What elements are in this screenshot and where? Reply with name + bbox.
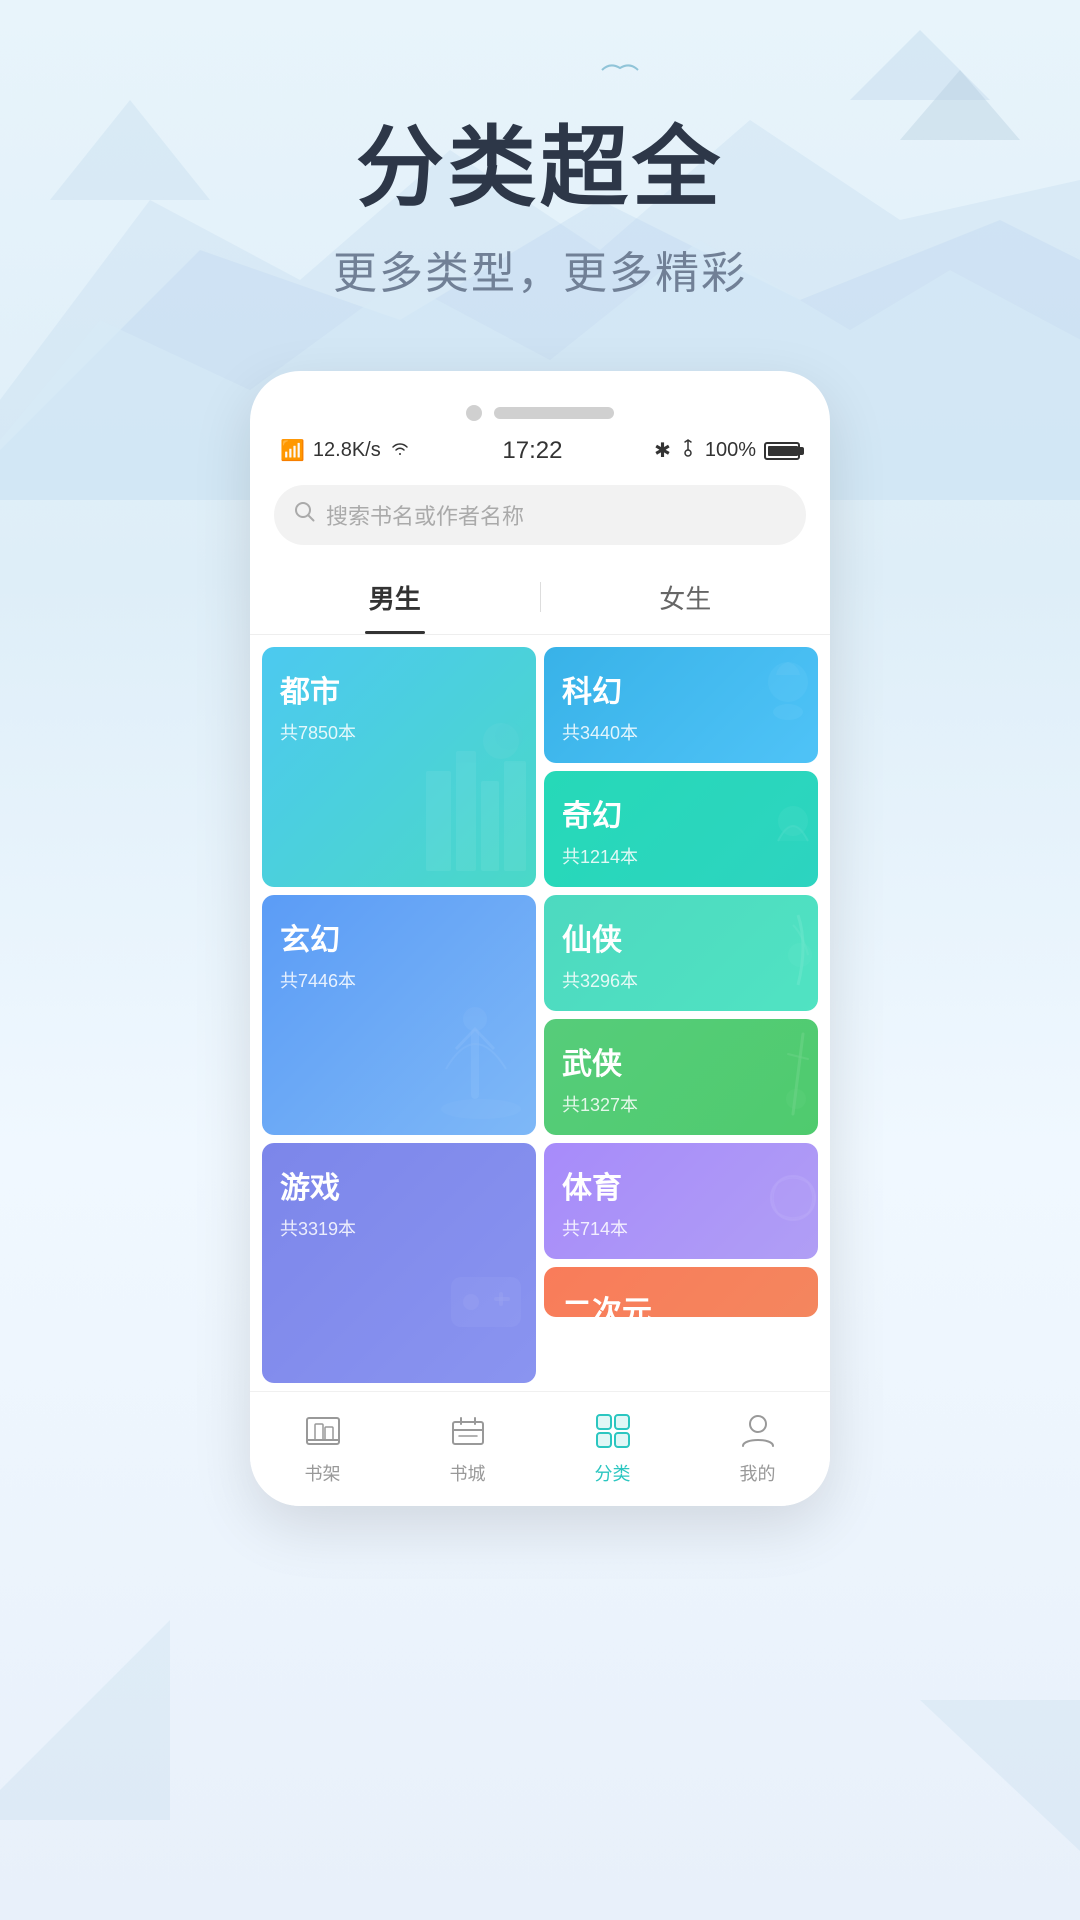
- status-bar: 📶 12.8K/s 17:22 ✱: [250, 421, 830, 475]
- categories-grid: 都市 共7850本: [250, 635, 830, 1383]
- mine-icon: [735, 1408, 781, 1454]
- category-card-dushi[interactable]: 都市 共7850本: [262, 647, 536, 887]
- nav-item-store[interactable]: 书城: [445, 1408, 491, 1486]
- category-card-kehuan[interactable]: 科幻 共3440本: [544, 647, 818, 763]
- status-time: 17:22: [502, 437, 562, 465]
- category-name-tiyu: 体育: [562, 1163, 800, 1207]
- tab-male[interactable]: 男生: [250, 561, 540, 634]
- phone-notch: [250, 391, 830, 421]
- category-card-xianxia[interactable]: 仙侠 共3296本: [544, 895, 818, 1011]
- hero-section: 分类超全 更多类型，更多精彩: [0, 0, 1080, 341]
- search-bar[interactable]: 搜索书名或作者名称: [274, 485, 806, 545]
- tab-female[interactable]: 女生: [541, 561, 831, 634]
- store-icon: [445, 1408, 491, 1454]
- category-name-kehuan: 科幻: [562, 667, 800, 711]
- category-card-wuxia[interactable]: 武侠 共1327本: [544, 1019, 818, 1135]
- category-name-xuanhuan: 玄幻: [280, 915, 518, 959]
- network-speed: 12.8K/s: [313, 439, 381, 462]
- category-name-dushi: 都市: [280, 667, 518, 711]
- category-card-xuanhuan[interactable]: 玄幻 共7446本: [262, 895, 536, 1135]
- signal-icon: 📶: [280, 438, 305, 463]
- category-name-xianxia: 仙侠: [562, 915, 800, 959]
- category-count-youxi: 共3319本: [280, 1215, 518, 1241]
- categories-col-right: 科幻 共3440本 奇幻 共1214本: [544, 647, 818, 1383]
- battery-icon: [764, 442, 800, 460]
- nav-label-categories: 分类: [595, 1460, 631, 1486]
- category-card-youxi[interactable]: 游戏 共3319本: [262, 1143, 536, 1383]
- category-name-erciyuan: 二次元: [562, 1287, 800, 1317]
- wifi-icon: [389, 439, 411, 462]
- category-name-youxi: 游戏: [280, 1163, 518, 1207]
- nav-label-mine: 我的: [740, 1460, 776, 1486]
- categories-col-left: 都市 共7850本: [262, 647, 536, 1383]
- bottom-nav: 书架 书城: [250, 1391, 830, 1506]
- shelf-icon: [300, 1408, 346, 1454]
- search-placeholder-text: 搜索书名或作者名称: [326, 499, 524, 531]
- category-count-dushi: 共7850本: [280, 719, 518, 745]
- bluetooth-icon: ✱: [654, 438, 671, 463]
- gender-tabs: 男生 女生: [250, 561, 830, 635]
- category-card-erciyuan[interactable]: 二次元: [544, 1267, 818, 1317]
- phone-camera-dot: [466, 405, 482, 421]
- category-name-wuxia: 武侠: [562, 1039, 800, 1083]
- status-right: ✱ 100%: [654, 438, 800, 463]
- nav-label-store: 书城: [450, 1460, 486, 1486]
- category-count-kehuan: 共3440本: [562, 719, 800, 745]
- category-count-wuxia: 共1327本: [562, 1091, 800, 1117]
- battery-percent: 100%: [705, 439, 756, 462]
- category-count-tiyu: 共714本: [562, 1215, 800, 1241]
- category-card-tiyu[interactable]: 体育 共714本: [544, 1143, 818, 1259]
- category-card-qihuan[interactable]: 奇幻 共1214本: [544, 771, 818, 887]
- search-icon: [294, 501, 316, 529]
- nav-item-categories[interactable]: 分类: [590, 1408, 636, 1486]
- card-illustration-youxi: [436, 1247, 536, 1383]
- mute-icon: [679, 439, 697, 463]
- category-count-xianxia: 共3296本: [562, 967, 800, 993]
- phone-speaker-bar: [494, 407, 614, 419]
- nav-item-shelf[interactable]: 书架: [300, 1408, 346, 1486]
- hero-subtitle: 更多类型，更多精彩: [0, 237, 1080, 301]
- category-count-xuanhuan: 共7446本: [280, 967, 518, 993]
- categories-icon: [590, 1408, 636, 1454]
- nav-item-mine[interactable]: 我的: [735, 1408, 781, 1486]
- phone-mockup: 📶 12.8K/s 17:22 ✱: [250, 371, 830, 1506]
- category-count-qihuan: 共1214本: [562, 843, 800, 869]
- nav-label-shelf: 书架: [305, 1460, 341, 1486]
- card-illustration-xuanhuan: [426, 969, 536, 1135]
- category-name-qihuan: 奇幻: [562, 791, 800, 835]
- status-left: 📶 12.8K/s: [280, 438, 411, 463]
- hero-title: 分类超全: [0, 120, 1080, 217]
- phone-container: 📶 12.8K/s 17:22 ✱: [0, 371, 1080, 1506]
